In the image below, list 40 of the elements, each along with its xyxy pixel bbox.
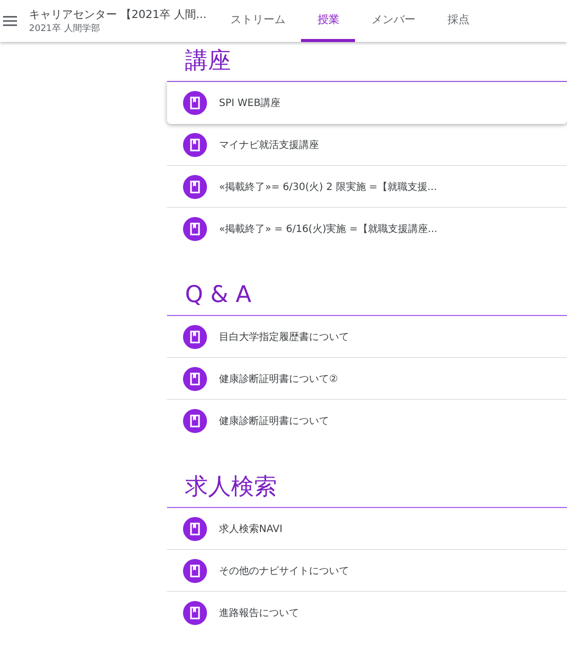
assignment-row[interactable]: 求人検索NAVI	[167, 508, 567, 550]
material-icon	[183, 174, 207, 198]
topic-heading: 求人検索	[185, 473, 278, 502]
material-title: その他のナビサイトについて	[219, 564, 349, 578]
assignment-row[interactable]: その他のナビサイトについて	[167, 550, 567, 592]
material-title: «掲載終了»= 6/30(火) 2 限実施 =【就職支援...	[219, 180, 437, 194]
material-icon	[183, 366, 207, 390]
material-icon	[183, 132, 207, 156]
material-icon	[183, 516, 207, 540]
material-title: 健康診断証明書について②	[219, 372, 338, 386]
material-icon	[183, 558, 207, 582]
class-subtitle: 2021卒 人間学部	[29, 22, 100, 35]
class-title: キャリアセンター 【2021卒 人間...	[29, 7, 206, 22]
assignment-row[interactable]: マイナビ就活支援講座	[167, 124, 567, 166]
menu-icon[interactable]	[3, 16, 17, 26]
material-icon	[183, 90, 207, 114]
assignment-row[interactable]: SPI WEB講座	[167, 82, 567, 124]
assignment-row[interactable]: «掲載終了»= 6/30(火) 2 限実施 =【就職支援...	[167, 166, 567, 208]
nav-tab[interactable]: ストリーム	[214, 0, 302, 42]
material-title: マイナビ就活支援講座	[219, 138, 319, 152]
topic-heading: Q & A	[185, 281, 252, 310]
material-title: 目白大学指定履歴書について	[219, 330, 349, 344]
material-icon	[183, 601, 207, 625]
material-title: 健康診断証明書について	[219, 414, 329, 428]
assignment-row[interactable]: «掲載終了» = 6/16(火)実施 =【就職支援講座...	[167, 208, 567, 250]
material-title: SPI WEB講座	[219, 96, 281, 110]
material-icon	[183, 217, 207, 241]
assignment-row[interactable]: 健康診断証明書について②	[167, 358, 567, 400]
material-title: «掲載終了» = 6/16(火)実施 =【就職支援講座...	[219, 222, 438, 236]
material-icon	[183, 409, 207, 433]
nav-tab[interactable]: 授業	[301, 0, 356, 42]
material-title: 進路報告について	[219, 606, 299, 620]
assignment-row[interactable]: 健康診断証明書について	[167, 400, 567, 442]
nav-tab[interactable]: メンバー	[355, 0, 432, 42]
material-title: 求人検索NAVI	[219, 522, 282, 536]
assignment-row[interactable]: 目白大学指定履歴書について	[167, 316, 567, 358]
material-icon	[183, 324, 207, 348]
topic-heading: 講座	[185, 47, 232, 76]
assignment-row[interactable]: 進路報告について	[167, 592, 567, 634]
nav-tab[interactable]: 採点	[431, 0, 486, 42]
